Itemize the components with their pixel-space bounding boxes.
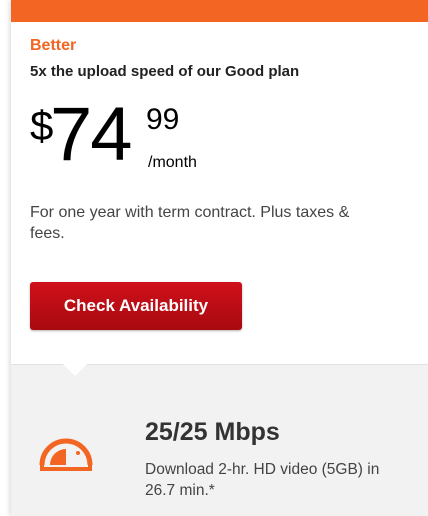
price-period: /month: [148, 154, 197, 171]
price-cents: 99: [146, 103, 180, 136]
plan-accent-bar: [11, 0, 428, 22]
speed-description: Download 2-hr. HD video (5GB) in 26.7 mi…: [145, 461, 380, 499]
price-dollars: 74: [50, 92, 133, 177]
speed-value: 25/25 Mbps: [145, 418, 280, 446]
plan-tier-label: Better: [30, 37, 77, 54]
plan-terms: For one year with term contract. Plus ta…: [30, 204, 350, 242]
check-availability-button[interactable]: Check Availability: [30, 282, 242, 330]
feature-pointer: [63, 364, 87, 376]
plan-card: Better 5x the upload speed of our Good p…: [11, 0, 428, 516]
speed-feature: 25/25 Mbps Download 2-hr. HD video (5GB)…: [11, 364, 428, 516]
speedometer-icon: [39, 438, 93, 471]
plan-tagline: 5x the upload speed of our Good plan: [30, 63, 300, 80]
